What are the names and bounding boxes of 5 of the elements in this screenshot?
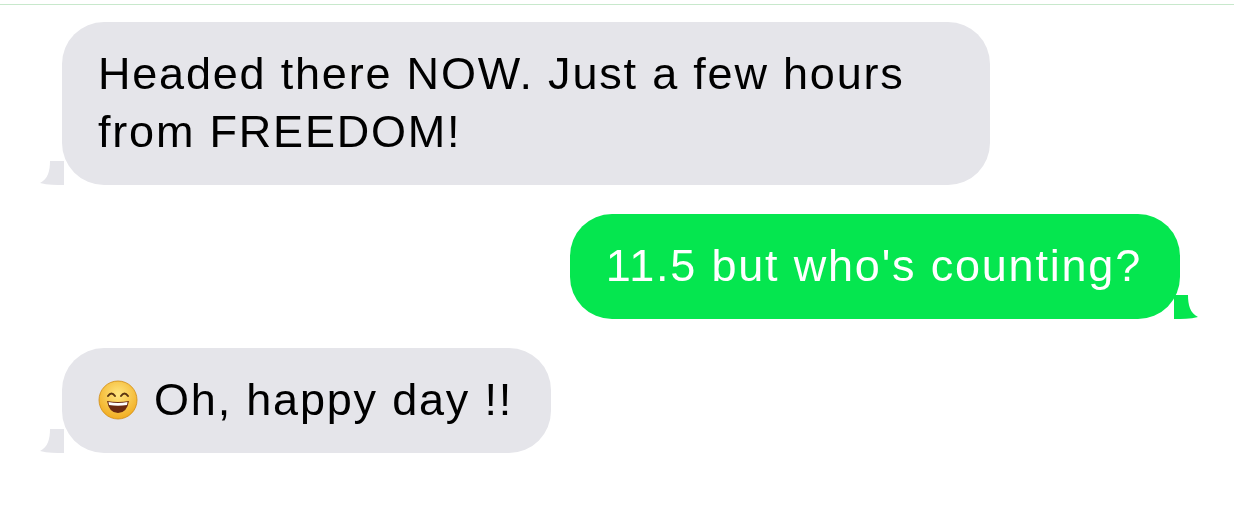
message-text: 11.5 but who's counting? bbox=[605, 239, 1142, 293]
message-text: Oh, happy day !! bbox=[154, 373, 513, 427]
bubble-tail bbox=[40, 161, 64, 185]
bubble-tail bbox=[40, 429, 64, 453]
message-text: Headed there NOW. Just a few hours from FREEDOM! bbox=[98, 47, 906, 159]
